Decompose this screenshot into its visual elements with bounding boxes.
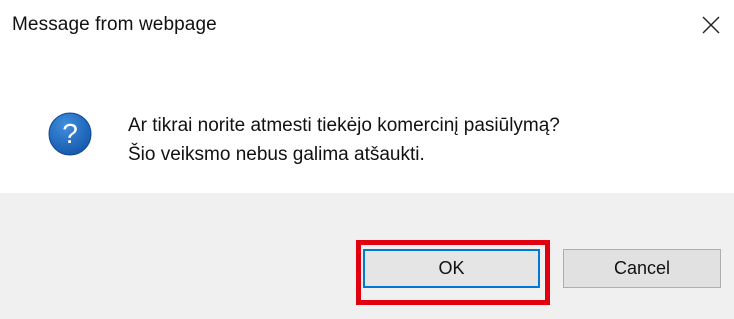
ok-button[interactable]: OK [363,249,540,288]
close-icon [702,16,720,34]
dialog-title: Message from webpage [12,14,217,35]
question-icon: ? [48,112,92,156]
message-line-2: Šio veiksmo nebus galima atšaukti. [128,144,425,165]
message-line-1: Ar tikrai norite atmesti tiekėjo komerci… [128,115,560,136]
dialog-message: Ar tikrai norite atmesti tiekėjo komerci… [128,111,560,169]
title-bar: Message from webpage [0,0,734,56]
svg-text:?: ? [62,118,78,149]
button-bar: OK Cancel [0,193,734,319]
dialog-body: ? Ar tikrai norite atmesti tiekėjo komer… [0,56,734,192]
close-button[interactable] [688,0,734,50]
cancel-button[interactable]: Cancel [563,249,721,288]
message-dialog: Message from webpage ? Ar tikrai norite … [0,0,734,319]
